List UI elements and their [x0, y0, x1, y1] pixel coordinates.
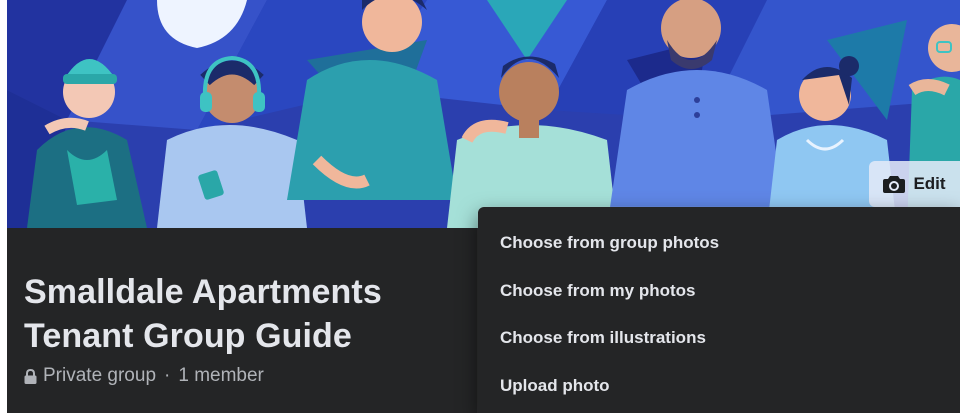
group-page: Edit Smalldale Apartments Tenant Group G… — [7, 0, 960, 413]
menu-item-choose-illustrations[interactable]: Choose from illustrations — [478, 316, 960, 360]
privacy-label[interactable]: Private group — [43, 365, 156, 387]
lock-icon — [24, 368, 37, 384]
menu-item-upload-photo[interactable]: Upload photo — [478, 364, 960, 408]
edit-label: Edit — [913, 174, 946, 193]
group-meta: Private group · 1 member — [24, 365, 264, 387]
cover-illustration — [7, 0, 960, 228]
menu-item-choose-group-photos[interactable]: Choose from group photos — [478, 221, 960, 265]
camera-icon — [883, 176, 906, 193]
cover-photo: Edit — [7, 0, 960, 228]
cover-photo-menu: Choose from group photos Choose from my … — [478, 207, 960, 413]
member-count[interactable]: 1 member — [178, 365, 264, 387]
edit-cover-button[interactable]: Edit — [869, 161, 960, 207]
meta-separator: · — [164, 365, 171, 386]
menu-item-choose-my-photos[interactable]: Choose from my photos — [478, 269, 960, 313]
group-title: Smalldale Apartments Tenant Group Guide — [24, 270, 464, 358]
group-title-line2: Tenant Group Guide — [24, 317, 352, 355]
group-title-line1: Smalldale Apartments — [24, 273, 382, 311]
